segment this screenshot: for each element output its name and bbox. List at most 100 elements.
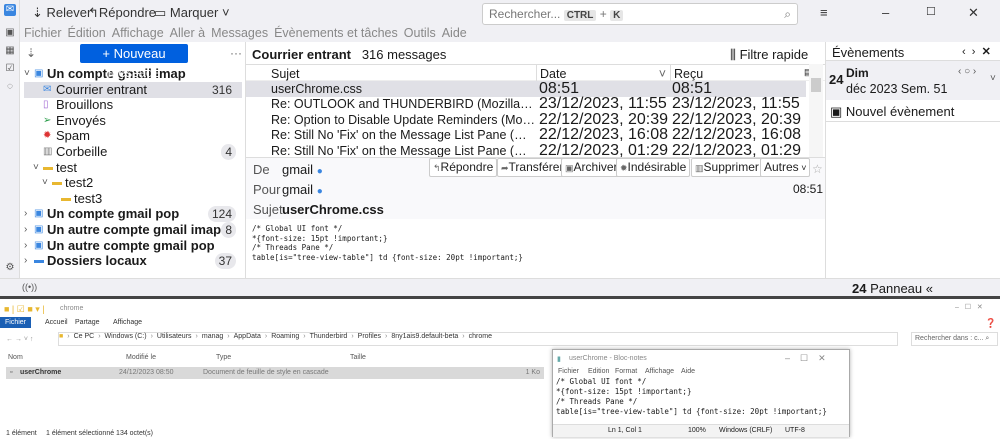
folder-item[interactable]: › ▬ Dossiers locaux 37 [24, 253, 242, 270]
more-button[interactable]: Autres ˅ [760, 158, 811, 177]
message-row[interactable]: userChrome.css 08:51 08:51 [246, 81, 806, 97]
breadcrumb-item[interactable]: Windows (C:) [105, 333, 147, 340]
from-address[interactable]: gmail ● [282, 162, 323, 177]
column-header[interactable]: Taille [350, 354, 366, 361]
notepad-menu-item[interactable]: Edition [588, 368, 609, 375]
ribbon-tab[interactable]: Accueil [40, 317, 73, 328]
twisty-icon[interactable]: › [24, 206, 27, 222]
folder-item[interactable]: ✉ Courrier entrant 316 [24, 81, 242, 98]
archive-button[interactable]: ▣Archiver [561, 158, 622, 177]
menu-item[interactable]: Évènements et tâches [274, 26, 398, 40]
get-messages-icon[interactable]: ⇣ [26, 46, 36, 60]
menu-item[interactable]: Aide [442, 26, 467, 40]
reply-button[interactable]: ↰Répondre [88, 5, 156, 21]
ribbon-tab[interactable]: Affichage [108, 317, 147, 328]
calendar-icon[interactable]: ▦ [4, 45, 16, 57]
folder-item[interactable]: › ▣ Un autre compte gmail imap 8 [24, 222, 242, 238]
notepad-window-controls[interactable]: – ☐ ✕ [785, 353, 826, 364]
menu-item[interactable]: Outils [404, 26, 436, 40]
column-received[interactable]: Reçu [670, 65, 706, 82]
folder-item[interactable]: ˅ ▬ test [24, 160, 242, 176]
day-nav[interactable]: ‹ ○ › [958, 66, 976, 77]
breadcrumb-item[interactable]: Ce PC [74, 333, 95, 340]
settings-icon[interactable]: ⚙ [4, 262, 16, 274]
address-book-icon[interactable]: ▣ [4, 27, 16, 39]
twisty-icon[interactable]: › [24, 253, 27, 269]
message-row[interactable]: Re: OUTLOOK and THUNDERBIRD (Mozilla Con… [246, 96, 806, 112]
breadcrumb-item[interactable]: manag [202, 333, 223, 340]
delete-button[interactable]: ▥Supprimer [691, 158, 763, 177]
twisty-icon[interactable]: › [24, 222, 27, 238]
quick-filter-button[interactable]: ⫼ Filtre rapide [730, 47, 808, 63]
menu-item[interactable]: Édition [68, 26, 106, 40]
get-mail-button[interactable]: ⇣ Relever [32, 5, 91, 21]
ribbon-tab[interactable]: Partage [70, 317, 105, 328]
nav-buttons[interactable]: ← → ˅ ↑ [6, 336, 33, 343]
to-address[interactable]: gmail ● [282, 182, 323, 197]
folder-item[interactable]: ✹ Spam [24, 128, 242, 144]
breadcrumb-item[interactable]: AppData [234, 333, 261, 340]
tag-button[interactable]: ▭ Marquer ˅ [154, 5, 230, 21]
twisty-icon[interactable]: ˅ [24, 66, 30, 82]
file-row[interactable]: ▫ userChrome 24/12/2023 08:50 Document d… [6, 367, 544, 379]
shortcut-key: CTRL [563, 10, 597, 21]
new-event-button[interactable]: ▣ Nouvel évènement [830, 104, 954, 120]
menu-item[interactable]: Aller à [170, 26, 205, 40]
menu-item[interactable]: Fichier [24, 26, 62, 40]
file-name: userChrome [20, 369, 62, 376]
online-status-icon[interactable]: ((•)) [22, 282, 37, 292]
today-nav[interactable]: ‹ › ✕ [962, 45, 991, 58]
notepad-menu-item[interactable]: Affichage [645, 368, 674, 375]
junk-button[interactable]: ✹Indésirable [616, 158, 691, 177]
folder-pane-menu[interactable]: ··· [230, 46, 242, 60]
window-controls[interactable]: – ☐ ✕ [955, 303, 983, 311]
tasks-icon[interactable]: ☑ [4, 63, 16, 75]
column-header[interactable]: Nom [8, 354, 23, 361]
breadcrumb-item[interactable]: Roaming [271, 333, 299, 340]
explorer-search[interactable]: Rechercher dans : c... ⌕ [911, 332, 998, 346]
app-menu-icon[interactable]: ≡ [820, 5, 828, 20]
breadcrumb-item[interactable]: Utilisateurs [157, 333, 192, 340]
forward-button[interactable]: ➦Transférer [497, 158, 568, 177]
breadcrumb-item[interactable]: 8ny1ais9.default-beta [391, 333, 458, 340]
new-message-button[interactable]: + Nouveau message [80, 44, 188, 80]
folder-item[interactable]: › ▣ Un autre compte gmail pop [24, 238, 242, 254]
ribbon-tab[interactable]: Fichier [0, 317, 32, 328]
notepad-menu-item[interactable]: Aide [681, 368, 695, 375]
notepad-menu-item[interactable]: Format [615, 368, 637, 375]
twisty-icon[interactable]: › [24, 238, 27, 254]
notepad-menu-item[interactable]: Fichier [558, 368, 579, 375]
folder-item[interactable]: ▬ test3 [24, 191, 242, 207]
column-subject[interactable]: Sujet [271, 67, 300, 81]
menu-item[interactable]: Messages [211, 26, 268, 40]
close-icon[interactable]: ✕ [968, 5, 979, 21]
scrollbar[interactable] [809, 64, 823, 157]
folder-item[interactable]: ▥ Corbeille 4 [24, 144, 242, 160]
twisty-icon[interactable]: ˅ [33, 160, 39, 176]
help-icon[interactable]: ❓ [985, 318, 996, 329]
mail-icon[interactable]: ✉ [4, 4, 16, 16]
star-icon[interactable]: ☆ [812, 162, 823, 176]
column-header[interactable]: Type [216, 354, 231, 361]
chat-icon[interactable]: ◌ [4, 81, 16, 93]
folder-item[interactable]: ➢ Envoyés [24, 113, 242, 129]
folder-item[interactable]: ▯ Brouillons [24, 97, 242, 113]
reply-button[interactable]: ↰Répondre [429, 158, 498, 177]
address-bar[interactable]: ■ › Ce PC › Windows (C:) › Utilisateurs › manag ›… [58, 332, 898, 346]
twisty-icon[interactable]: ˅ [42, 175, 48, 191]
breadcrumb-item[interactable]: Profiles [358, 333, 381, 340]
minimize-icon[interactable]: – [882, 5, 889, 20]
message-row[interactable]: Re: Still No 'Fix' on the Message List P… [246, 127, 806, 143]
message-row[interactable]: Re: Option to Disable Update Reminders (… [246, 112, 806, 128]
menu-item[interactable]: Affichage [112, 26, 164, 40]
column-header[interactable]: Modifié le [126, 354, 156, 361]
folder-item[interactable]: ˅ ▬ test2 [24, 175, 242, 191]
folder-item[interactable]: › ▣ Un compte gmail pop 124 [24, 206, 242, 223]
column-date[interactable]: Date ˅ [536, 65, 670, 82]
search-input[interactable]: Rechercher... CTRL + K ⌕ [482, 3, 798, 25]
notepad-text[interactable]: /* Global UI font */ *{font-size: 15pt !… [556, 377, 836, 417]
breadcrumb-item[interactable]: Thunderbird [310, 333, 348, 340]
maximize-icon[interactable]: ☐ [926, 5, 936, 18]
breadcrumb-item[interactable]: chrome [469, 333, 492, 340]
chevron-down-icon[interactable]: ˅ [990, 73, 996, 84]
